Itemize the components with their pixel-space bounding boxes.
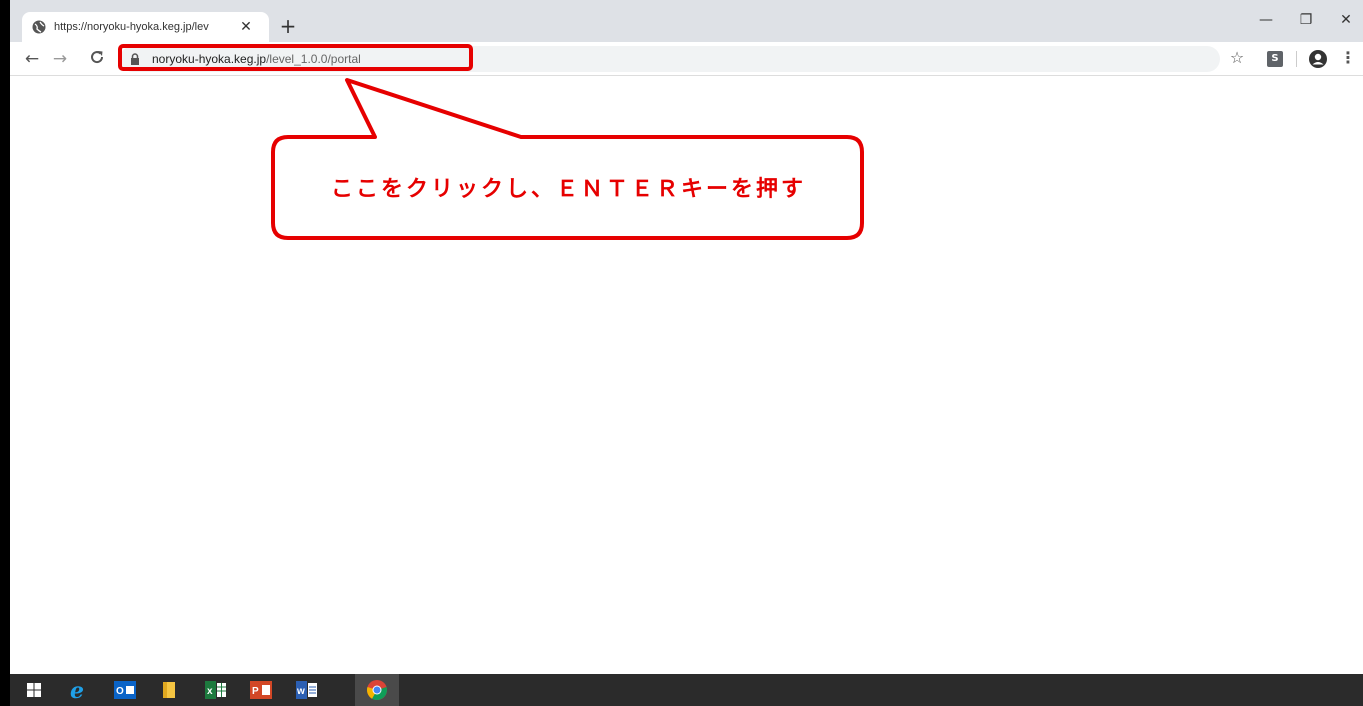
taskbar-excel[interactable]: x: [204, 678, 228, 702]
toolbar-divider: [1296, 51, 1297, 67]
tab-strip: https://noryoku-hyoka.keg.jp/lev ✕ + — ❐…: [10, 0, 1363, 42]
left-frame-border: [0, 0, 10, 706]
outlook-icon: O: [114, 681, 136, 699]
svg-text:x: x: [207, 686, 213, 697]
kebab-menu-icon[interactable]: ⋮: [1340, 50, 1356, 66]
ie-icon: e: [70, 679, 84, 701]
tab-close-icon[interactable]: ✕: [238, 19, 254, 35]
windows-start-button[interactable]: [22, 678, 46, 702]
minimize-button[interactable]: —: [1255, 12, 1277, 28]
taskbar-internet-explorer[interactable]: e: [67, 678, 91, 702]
maximize-button[interactable]: ❐: [1295, 12, 1317, 28]
back-button[interactable]: ←: [22, 49, 42, 69]
close-window-button[interactable]: ✕: [1335, 12, 1357, 28]
taskbar-file-explorer[interactable]: [158, 678, 182, 702]
folder-icon: [163, 682, 175, 698]
reload-icon: [91, 51, 104, 64]
forward-button[interactable]: →: [50, 49, 70, 69]
taskbar-powerpoint[interactable]: P: [249, 678, 273, 702]
taskbar-word[interactable]: w: [295, 678, 319, 702]
extension-icon[interactable]: S: [1267, 51, 1283, 67]
browser-tab[interactable]: https://noryoku-hyoka.keg.jp/lev ✕: [22, 12, 269, 42]
svg-text:e: e: [70, 679, 84, 701]
url-highlight-box: [118, 44, 473, 71]
browser-window: https://noryoku-hyoka.keg.jp/lev ✕ + — ❐…: [10, 0, 1363, 706]
excel-icon: x: [205, 681, 226, 699]
profile-avatar-icon[interactable]: [1308, 49, 1328, 69]
svg-text:w: w: [296, 686, 305, 697]
tab-title: https://noryoku-hyoka.keg.jp/lev: [54, 21, 209, 33]
chrome-icon: [367, 680, 387, 701]
bookmark-star-icon[interactable]: ☆: [1227, 48, 1247, 67]
powerpoint-icon: P: [250, 681, 272, 699]
reload-button[interactable]: [87, 49, 107, 70]
taskbar-outlook[interactable]: O: [113, 678, 137, 702]
globe-icon: [32, 19, 48, 35]
svg-text:P: P: [252, 686, 259, 697]
taskbar-chrome[interactable]: [365, 678, 389, 702]
windows-logo-icon: [27, 683, 41, 697]
callout-bubble: [271, 78, 864, 240]
windows-taskbar: e O x P w: [10, 674, 1363, 706]
callout-text: ここをクリックし、ＥＮＴＥＲキーを押す: [330, 177, 806, 202]
svg-text:O: O: [116, 686, 124, 697]
new-tab-button[interactable]: +: [278, 16, 298, 36]
word-icon: w: [296, 681, 317, 699]
